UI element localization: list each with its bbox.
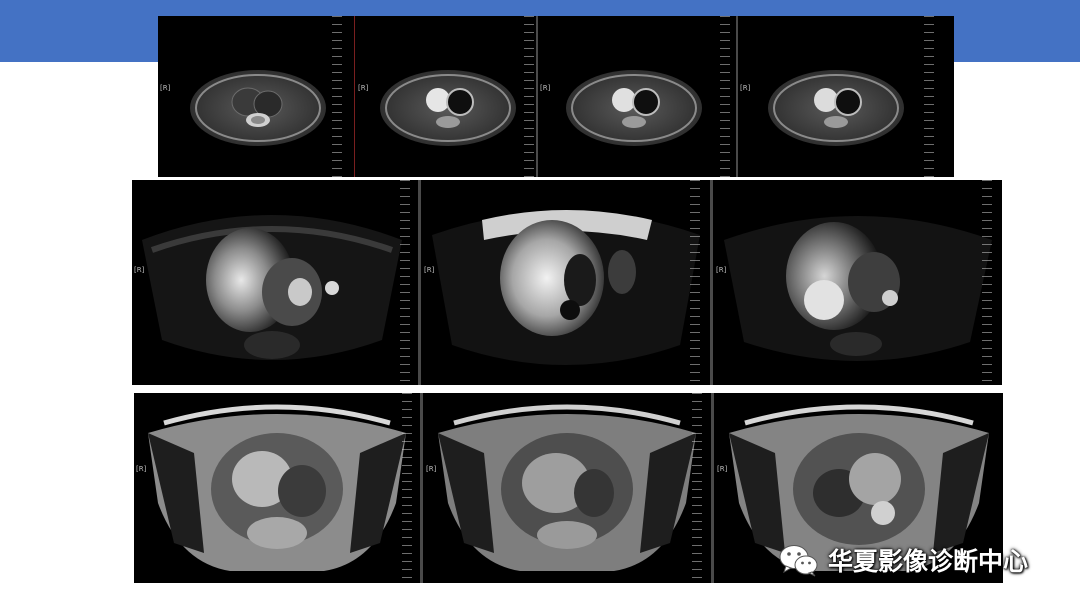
- frame-divider: [418, 180, 421, 385]
- watermark-text: 华夏影像诊断中心: [828, 547, 1029, 576]
- mri-slice-image: [380, 70, 516, 146]
- frame-divider: [420, 393, 423, 583]
- scale-ruler: [918, 16, 934, 177]
- scale-ruler: [396, 393, 412, 583]
- orientation-label: [R]: [717, 465, 728, 473]
- mri-frame-middle-2: [R]: [422, 180, 710, 385]
- mri-slice-image: [142, 215, 402, 360]
- watermark: 华夏影像诊断中心: [778, 540, 1028, 580]
- frame-divider: [354, 16, 355, 177]
- image-row-top: [R] [R] [R] [R]: [158, 16, 954, 177]
- orientation-label: [R]: [740, 84, 751, 92]
- orientation-label: [R]: [160, 84, 171, 92]
- mri-frame-bottom-1: [R]: [134, 393, 420, 583]
- orientation-label: [R]: [424, 266, 435, 274]
- mri-frame-middle-3: [R]: [714, 180, 1002, 385]
- mri-slice-image: [148, 404, 406, 571]
- mri-frame-bottom-2: [R]: [424, 393, 711, 583]
- scale-ruler: [976, 180, 992, 385]
- mri-frame-top-1: [R]: [158, 16, 354, 177]
- orientation-label: [R]: [136, 465, 147, 473]
- scale-ruler: [394, 180, 410, 385]
- mri-slice-image: [724, 216, 992, 361]
- orientation-label: [R]: [540, 84, 551, 92]
- orientation-label: [R]: [358, 84, 369, 92]
- mri-slice-image: [432, 210, 700, 365]
- frame-divider: [711, 393, 714, 583]
- scale-ruler: [686, 393, 702, 583]
- scale-ruler: [684, 180, 700, 385]
- scale-ruler: [326, 16, 342, 177]
- mri-frame-top-4: [R]: [738, 16, 954, 177]
- mri-slice-image: [438, 404, 696, 571]
- scale-ruler: [518, 16, 534, 177]
- wechat-icon: [779, 545, 818, 577]
- frame-divider: [710, 180, 713, 385]
- scale-ruler: [714, 16, 730, 177]
- orientation-label: [R]: [134, 266, 145, 274]
- mri-frame-top-2: [R]: [356, 16, 536, 177]
- mri-frame-top-3: [R]: [538, 16, 736, 177]
- orientation-label: [R]: [426, 465, 437, 473]
- mri-slice-image: [190, 70, 326, 146]
- image-row-middle: [R] [R] [R]: [132, 180, 1002, 385]
- orientation-label: [R]: [716, 266, 727, 274]
- mri-frame-middle-1: [R]: [132, 180, 418, 385]
- mri-slice-image: [566, 70, 702, 146]
